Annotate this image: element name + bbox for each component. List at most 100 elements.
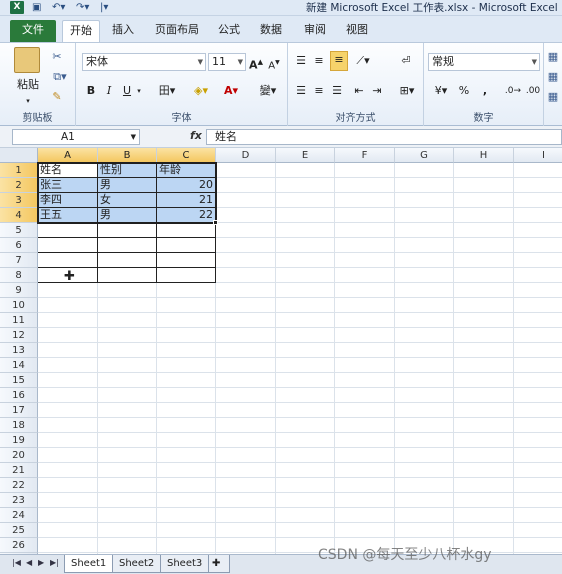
cell-g11[interactable] — [395, 313, 454, 328]
cell-d12[interactable] — [216, 328, 276, 343]
cell-i12[interactable] — [514, 328, 562, 343]
decrease-decimal-icon[interactable]: .00 — [524, 83, 542, 99]
increase-indent-icon[interactable]: ⇥ — [370, 83, 384, 99]
cell-b5[interactable] — [98, 223, 157, 238]
cell-h21[interactable] — [454, 463, 514, 478]
cell-c23[interactable] — [157, 493, 216, 508]
cell-d23[interactable] — [216, 493, 276, 508]
cell-a21[interactable] — [38, 463, 98, 478]
cell-a9[interactable] — [38, 283, 98, 298]
column-header-a[interactable]: A — [38, 148, 98, 163]
cell-c15[interactable] — [157, 373, 216, 388]
cell-e2[interactable] — [276, 178, 335, 193]
align-center-icon[interactable]: ≡ — [312, 83, 326, 99]
cell-d3[interactable] — [216, 193, 276, 208]
cell-c12[interactable] — [157, 328, 216, 343]
cell-c18[interactable] — [157, 418, 216, 433]
cell-d25[interactable] — [216, 523, 276, 538]
number-format-combo[interactable]: 常规 ▼ — [428, 53, 540, 71]
cell-g12[interactable] — [395, 328, 454, 343]
cell-c24[interactable] — [157, 508, 216, 523]
cell-f3[interactable] — [335, 193, 395, 208]
align-right-icon[interactable]: ☰ — [330, 83, 344, 99]
cell-g24[interactable] — [395, 508, 454, 523]
cell-c17[interactable] — [157, 403, 216, 418]
cell-c10[interactable] — [157, 298, 216, 313]
cell-f15[interactable] — [335, 373, 395, 388]
cell-b26[interactable] — [98, 538, 157, 553]
cell-i2[interactable] — [514, 178, 562, 193]
cell-f6[interactable] — [335, 238, 395, 253]
cell-d14[interactable] — [216, 358, 276, 373]
cell-a6[interactable] — [38, 238, 98, 253]
cell-e15[interactable] — [276, 373, 335, 388]
cell-i18[interactable] — [514, 418, 562, 433]
excel-app-icon[interactable]: X — [10, 1, 24, 14]
cell-a14[interactable] — [38, 358, 98, 373]
row-header-19[interactable]: 19 — [0, 433, 38, 448]
tab-data[interactable]: 数据 — [254, 20, 288, 42]
cell-i8[interactable] — [514, 268, 562, 283]
tab-formulas[interactable]: 公式 — [212, 20, 246, 42]
worksheet-grid[interactable]: A B C D E F G H I 1 姓名 性别 年龄 2 张三男 20 3 李四女 21 4 王五男 22 5 6 7 8 9 1… — [0, 148, 562, 554]
cell-f24[interactable] — [335, 508, 395, 523]
cell-e6[interactable] — [276, 238, 335, 253]
cell-b7[interactable] — [98, 253, 157, 268]
cell-f12[interactable] — [335, 328, 395, 343]
cell-d6[interactable] — [216, 238, 276, 253]
cell-f7[interactable] — [335, 253, 395, 268]
cell-b12[interactable] — [98, 328, 157, 343]
cell-d1[interactable] — [216, 163, 276, 178]
cell-b4[interactable]: 男 — [98, 208, 157, 223]
cell-h20[interactable] — [454, 448, 514, 463]
paste-dropdown-icon[interactable]: ▾ — [22, 93, 34, 109]
cell-f4[interactable] — [335, 208, 395, 223]
cell-e22[interactable] — [276, 478, 335, 493]
cell-i21[interactable] — [514, 463, 562, 478]
conditional-format-icon[interactable]: ▦ — [547, 49, 559, 65]
cell-e13[interactable] — [276, 343, 335, 358]
cell-i7[interactable] — [514, 253, 562, 268]
row-header-12[interactable]: 12 — [0, 328, 38, 343]
cell-a18[interactable] — [38, 418, 98, 433]
cell-i14[interactable] — [514, 358, 562, 373]
cell-a2[interactable]: 张三 — [38, 178, 98, 193]
cell-g16[interactable] — [395, 388, 454, 403]
cell-f17[interactable] — [335, 403, 395, 418]
cell-c20[interactable] — [157, 448, 216, 463]
cell-e7[interactable] — [276, 253, 335, 268]
sheet-tab-3[interactable]: Sheet3 — [160, 555, 210, 573]
cell-d24[interactable] — [216, 508, 276, 523]
cell-g1[interactable] — [395, 163, 454, 178]
cell-d21[interactable] — [216, 463, 276, 478]
cell-h23[interactable] — [454, 493, 514, 508]
cell-f14[interactable] — [335, 358, 395, 373]
row-header-15[interactable]: 15 — [0, 373, 38, 388]
cell-h4[interactable] — [454, 208, 514, 223]
name-box[interactable]: A1 ▼ — [12, 129, 140, 145]
cell-e23[interactable] — [276, 493, 335, 508]
cell-i19[interactable] — [514, 433, 562, 448]
cell-f1[interactable] — [335, 163, 395, 178]
row-header-6[interactable]: 6 — [0, 238, 38, 253]
cell-d10[interactable] — [216, 298, 276, 313]
cell-g21[interactable] — [395, 463, 454, 478]
cell-i13[interactable] — [514, 343, 562, 358]
column-header-b[interactable]: B — [98, 148, 157, 163]
cell-b23[interactable] — [98, 493, 157, 508]
column-header-i[interactable]: I — [514, 148, 562, 163]
cell-e3[interactable] — [276, 193, 335, 208]
align-top-icon[interactable]: ☰ — [294, 53, 308, 69]
cell-e16[interactable] — [276, 388, 335, 403]
cell-a5[interactable] — [38, 223, 98, 238]
cell-f8[interactable] — [335, 268, 395, 283]
tab-file[interactable]: 文件 — [10, 20, 56, 42]
cell-g13[interactable] — [395, 343, 454, 358]
undo-icon[interactable]: ↶▾ — [52, 1, 65, 15]
cell-e18[interactable] — [276, 418, 335, 433]
cell-c16[interactable] — [157, 388, 216, 403]
redo-icon[interactable]: ↷▾ — [76, 1, 89, 15]
chevron-down-icon[interactable]: ▼ — [532, 54, 537, 70]
chevron-down-icon[interactable]: ▼ — [198, 54, 203, 70]
cell-h9[interactable] — [454, 283, 514, 298]
